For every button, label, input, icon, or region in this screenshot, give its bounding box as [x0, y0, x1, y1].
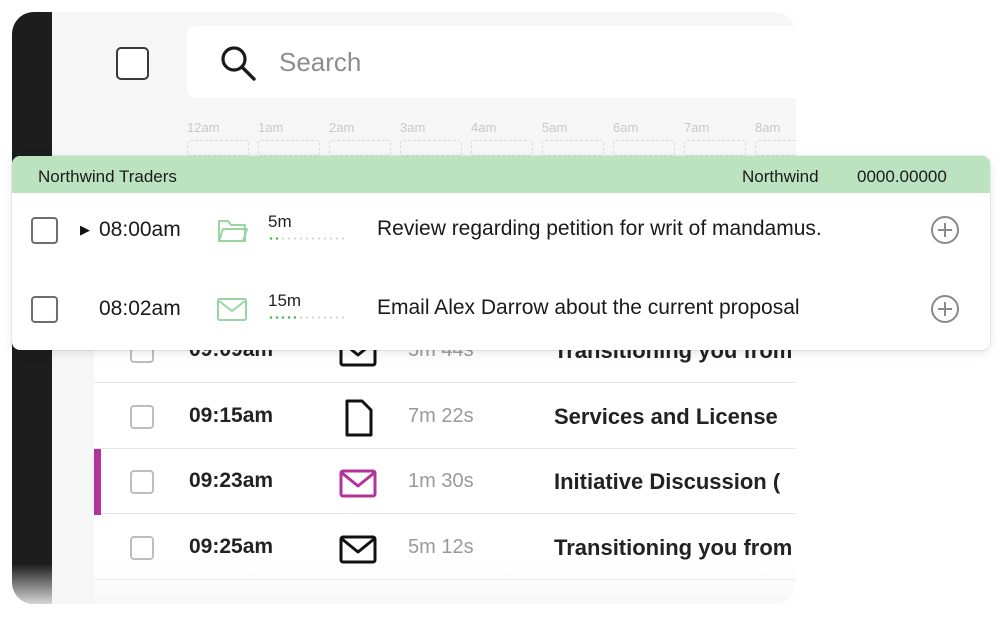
search-icon — [221, 46, 256, 81]
hour-slot[interactable] — [400, 140, 462, 156]
entry-time: 09:25am — [189, 535, 274, 558]
hour-label: 8am — [755, 120, 781, 135]
add-circle-icon[interactable] — [930, 294, 960, 324]
matter-number: 0000.00000 — [857, 167, 947, 186]
select-all-checkbox[interactable] — [116, 47, 149, 80]
hour-slot[interactable] — [542, 140, 604, 156]
entry-duration: 1m 30s — [408, 470, 474, 492]
timeline-hour[interactable]: 7am — [684, 120, 748, 156]
hour-label: 2am — [329, 120, 355, 135]
timeline-hour[interactable]: 6am — [613, 120, 677, 156]
entry-title[interactable]: Transitioning you from — [554, 535, 792, 561]
bottom-fade — [12, 564, 796, 604]
card-entry-row[interactable]: 08:02am 15m Email Alex Darrow about the … — [12, 272, 990, 350]
hour-label: 1am — [258, 120, 284, 135]
hour-slot[interactable] — [258, 140, 320, 156]
hour-label: 5am — [542, 120, 568, 135]
hour-slot[interactable] — [755, 140, 796, 156]
hour-label: 12am — [187, 120, 220, 135]
timeline: 12am 1am 2am 3am 4am 5am 6am 7am 8am — [187, 120, 796, 160]
client-name: Northwind Traders — [38, 167, 177, 186]
expand-caret-icon[interactable]: ▶ — [80, 222, 90, 238]
entry-title[interactable]: Initiative Discussion ( — [554, 469, 780, 495]
timeline-hour[interactable]: 12am — [187, 120, 251, 156]
search-bar[interactable] — [187, 26, 796, 98]
hour-slot[interactable] — [329, 140, 391, 156]
entry-duration: 15m — [268, 291, 302, 310]
timeline-hour[interactable]: 8am — [755, 120, 796, 156]
entry-time: 09:15am — [189, 404, 274, 427]
entry-title[interactable]: Services and License — [554, 404, 778, 430]
entry-checkbox[interactable] — [31, 296, 58, 323]
hour-label: 7am — [684, 120, 710, 135]
hour-label: 6am — [613, 120, 639, 135]
hour-slot[interactable] — [471, 140, 533, 156]
table-row[interactable]: 09:23am 1m 30s Initiative Discussion ( — [94, 449, 796, 515]
hour-slot[interactable] — [613, 140, 675, 156]
hour-label: 3am — [400, 120, 426, 135]
document-icon — [345, 399, 373, 437]
row-checkbox[interactable] — [130, 405, 154, 429]
entry-time: 08:02am — [99, 297, 181, 320]
mail-icon — [339, 469, 377, 498]
mail-icon — [217, 298, 247, 321]
timeline-hour[interactable]: 1am — [258, 120, 322, 156]
duration-progress — [268, 316, 348, 319]
entry-description[interactable]: Review regarding petition for writ of ma… — [377, 217, 822, 241]
folder-icon — [218, 220, 248, 242]
entry-checkbox[interactable] — [31, 217, 58, 244]
hour-slot[interactable] — [187, 140, 249, 156]
hour-slot[interactable] — [684, 140, 746, 156]
client-header: Northwind Traders Northwind 0000.00000 — [12, 156, 990, 193]
hour-label: 4am — [471, 120, 497, 135]
duration-progress — [268, 237, 348, 240]
entry-description[interactable]: Email Alex Darrow about the current prop… — [377, 296, 800, 320]
search-input[interactable] — [279, 44, 779, 80]
client-short-name: Northwind — [742, 167, 819, 186]
entry-time: 08:00am — [99, 218, 181, 241]
entry-duration: 5m — [268, 212, 292, 231]
client-entry-card: Northwind Traders Northwind 0000.00000 ▶… — [12, 156, 990, 350]
row-checkbox[interactable] — [130, 470, 154, 494]
table-row[interactable]: 09:15am 7m 22s Services and License — [94, 384, 796, 449]
mail-icon — [339, 535, 377, 564]
card-entry-row[interactable]: ▶ 08:00am 5m Review regarding petition f… — [12, 193, 990, 271]
time-entry-list: 09:09am 5m 44s Transitioning you from 09… — [94, 306, 796, 604]
timeline-hour[interactable]: 4am — [471, 120, 535, 156]
timeline-hour[interactable]: 5am — [542, 120, 606, 156]
add-circle-icon[interactable] — [930, 215, 960, 245]
timeline-hour[interactable]: 3am — [400, 120, 464, 156]
row-checkbox[interactable] — [130, 536, 154, 560]
timeline-hour[interactable]: 2am — [329, 120, 393, 156]
entry-time: 09:23am — [189, 469, 274, 492]
entry-duration: 5m 12s — [408, 536, 474, 558]
entry-duration: 7m 22s — [408, 405, 474, 427]
